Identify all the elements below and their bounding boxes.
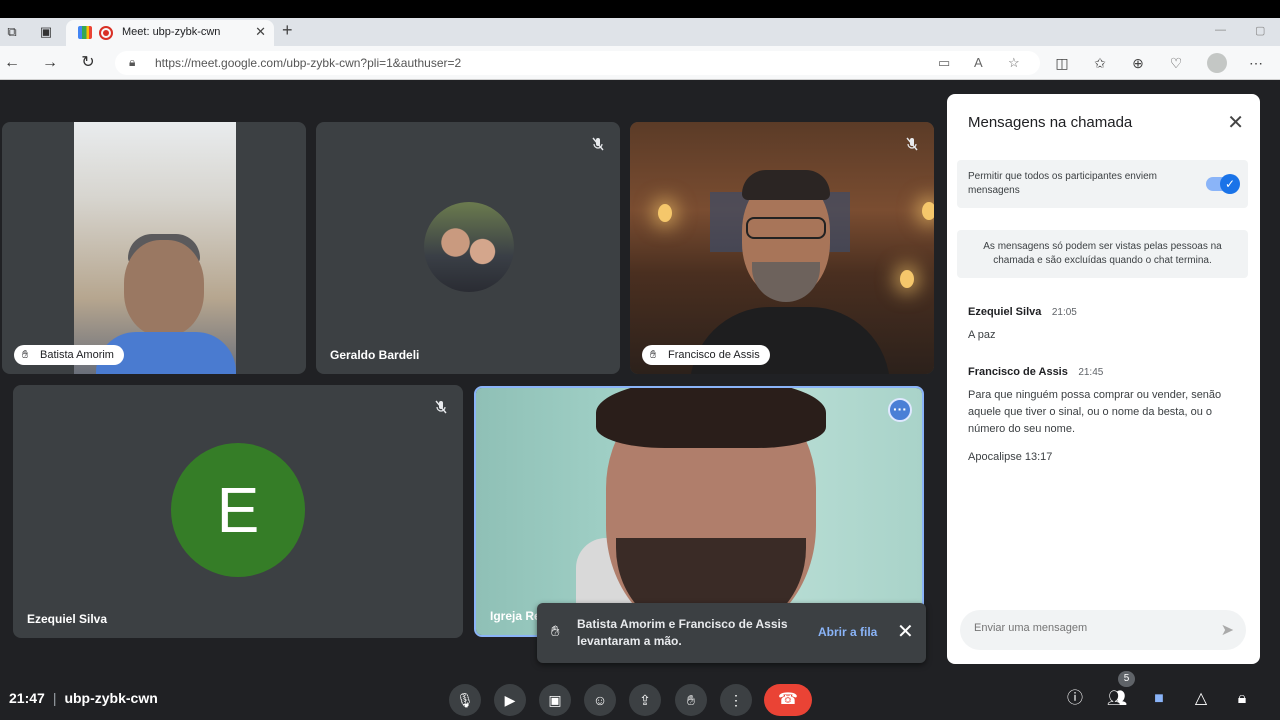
plus-icon[interactable]: + [282,20,293,41]
url-field[interactable]: 🔒︎ https://meet.google.com/ubp-zybk-cwn?… [115,51,1040,75]
message-compose: ➤ [960,610,1246,650]
window-top-bar [0,0,1280,18]
participant-initial-avatar: E [171,443,305,577]
hand-raised-name-chip: ✋︎ Batista Amorim [14,345,124,365]
message-input[interactable] [974,622,1194,634]
leave-call-button[interactable]: ☎︎ [764,684,812,716]
host-controls-icon[interactable]: 🔒︎ [1231,688,1253,710]
address-bar: ← → ↻ 🔒︎ https://meet.google.com/ubp-zyb… [0,46,1280,80]
participant-video [476,388,922,635]
participant-tile-active-speaker[interactable]: ··· Igreja Re [474,386,924,637]
lock-icon[interactable]: 🔒︎ [129,55,135,70]
message-text: Para que ninguém possa comprar ou vender… [968,389,1222,435]
activities-icon[interactable]: △ [1190,688,1212,710]
camera-button[interactable]: ▶ [494,684,526,716]
raise-hand-button[interactable]: ✋︎ [675,684,707,716]
collections-icon[interactable]: ⊕ [1128,53,1148,73]
split-screen-icon[interactable]: ◫ [1052,53,1072,73]
message-text: A paz [968,329,996,341]
allow-messages-setting: Permitir que todos os participantes envi… [957,160,1248,208]
participant-name: Francisco de Assis [668,349,760,361]
forward-icon[interactable]: → [40,53,60,73]
hand-raised-name-chip: ✋︎ Francisco de Assis [642,345,770,365]
panel-close-icon[interactable]: ✕ [1227,110,1244,135]
panel-title: Mensagens na chamada [968,114,1133,131]
participant-avatar [424,202,514,292]
participant-name: Igreja Re [490,609,541,623]
more-options-icon[interactable]: ··· [888,398,912,422]
tab-title: Meet: ubp-zybk-cwn [122,26,221,38]
present-screen-button[interactable]: ⇪ [629,684,661,716]
reload-icon[interactable]: ↻ [78,53,98,73]
more-menu-icon[interactable]: ⋯ [1246,53,1266,73]
participant-video [630,122,934,374]
reactions-button[interactable]: ☺ [584,684,616,716]
read-aloud-icon[interactable]: A [974,55,983,70]
open-queue-button[interactable]: Abrir a fila [818,625,877,639]
setting-label: Permitir que todos os participantes envi… [968,171,1157,196]
favorites-icon[interactable]: ✩ [1090,53,1110,73]
people-icon[interactable]: 👥︎ [1106,688,1128,710]
meeting-info: 21:47 | ubp-zybk-cwn [9,690,158,706]
raised-hand-icon: ✋︎ [650,349,657,361]
participant-tile[interactable]: Geraldo Bardeli [316,122,620,374]
raised-hands-toast: ✋︎ Batista Amorim e Francisco de Assis l… [537,603,926,663]
tab-actions-icon[interactable]: ⧉ [4,24,20,40]
allow-messages-toggle[interactable] [1206,174,1240,194]
mic-off-icon [590,136,606,152]
participant-tile[interactable]: ✋︎ Batista Amorim [2,122,306,374]
toast-close-icon[interactable]: ✕ [897,619,914,644]
mic-off-icon [904,136,920,152]
tab-close-icon[interactable]: ✕ [255,24,266,40]
meeting-code: ubp-zybk-cwn [64,690,158,706]
captions-button[interactable]: ▣ [539,684,571,716]
minimize-icon[interactable]: — [1215,24,1226,36]
people-count-badge: 5 [1118,671,1135,687]
favorite-star-icon[interactable]: ☆ [1008,55,1020,71]
camera-in-use-icon[interactable]: ▭ [938,55,950,71]
chat-message: Francisco de Assis 21:45 Para que ningué… [968,362,1228,438]
participant-name: Ezequiel Silva [27,612,108,626]
message-time: 21:45 [1078,367,1104,378]
message-author: Francisco de Assis [968,366,1068,378]
meeting-details-icon[interactable]: ⓘ [1064,688,1086,710]
microphone-button[interactable]: 🎙︎ [449,684,481,716]
mic-off-icon [433,399,449,415]
chat-info-notice: As mensagens só podem ser vistas pelas p… [957,230,1248,278]
participant-name: Geraldo Bardeli [330,348,420,362]
back-icon[interactable]: ← [2,53,22,73]
message-continuation: Apocalipse 13:17 [968,451,1053,463]
recording-icon [99,26,113,40]
maximize-icon[interactable]: ▢ [1255,24,1265,37]
chat-message: Ezequiel Silva 21:05 A paz [968,302,1228,344]
current-time: 21:47 [9,690,45,706]
message-author: Ezequiel Silva [968,306,1042,318]
vertical-tabs-icon[interactable]: ▣ [38,24,54,40]
send-icon[interactable]: ➤ [1221,620,1234,640]
raised-hand-icon: ✋︎ [551,623,560,640]
meet-favicon-icon [78,26,92,39]
profile-avatar[interactable] [1207,53,1227,73]
more-options-button[interactable]: ⋮ [720,684,752,716]
browser-tab[interactable]: Meet: ubp-zybk-cwn ✕ [66,20,274,46]
chat-panel: Mensagens na chamada ✕ Permitir que todo… [947,94,1260,664]
raised-hand-icon: ✋︎ [22,349,29,361]
participant-tile[interactable]: E Ezequiel Silva [13,385,463,638]
participant-tile[interactable]: ✋︎ Francisco de Assis [630,122,934,374]
browser-essentials-icon[interactable]: ♡ [1166,53,1186,73]
toast-message: Batista Amorim e Francisco de Assis leva… [577,617,788,648]
participant-name: Batista Amorim [40,349,114,361]
chat-icon[interactable]: ■ [1148,688,1170,710]
tab-strip: ⧉ ▣ Meet: ubp-zybk-cwn ✕ + — ▢ [0,18,1280,46]
url-text: https://meet.google.com/ubp-zybk-cwn?pli… [155,56,462,70]
message-time: 21:05 [1051,307,1077,318]
participant-video [74,122,236,374]
